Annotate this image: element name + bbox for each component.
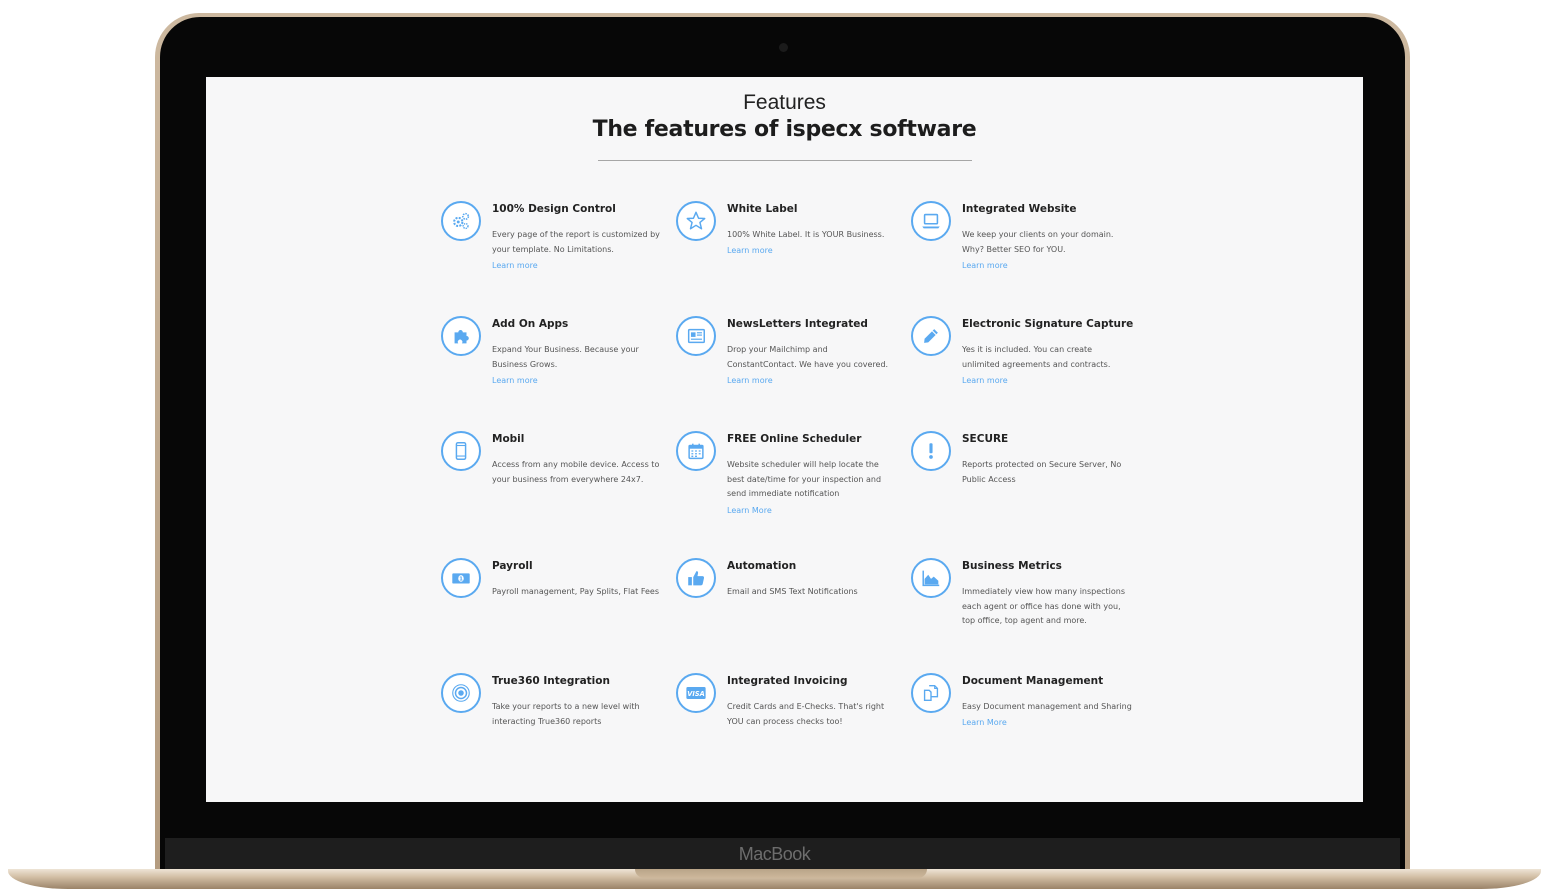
device-brand-label: MacBook [738,844,811,864]
feature-title: Document Management [962,675,1104,687]
calendar-icon [676,431,716,471]
learn-more-link[interactable]: Learn more [962,376,1008,385]
feature-description: Immediately view how many inspections ea… [962,587,1126,625]
feature-title: 100% Design Control [492,203,616,215]
feature-title: True360 Integration [492,675,610,687]
feature-description: Credit Cards and E-Checks. That's right … [727,702,885,726]
feature-description: Reports protected on Secure Server, No P… [962,460,1122,484]
newspaper-icon [676,316,716,356]
feature-title: Add On Apps [492,318,569,330]
feature-title: Business Metrics [962,560,1062,572]
learn-more-link[interactable]: Learn More [727,506,772,515]
feature-title: SECURE [962,433,1009,445]
feature-title: Electronic Signature Capture [962,318,1134,330]
svg-text:1: 1 [459,577,463,583]
feature-description: Website scheduler will help locate the b… [727,460,882,498]
learn-more-link[interactable]: Learn more [727,246,773,255]
laptop-notch [635,869,927,878]
puzzle-icon [441,316,481,356]
page-title: The features of ispecx software [592,117,977,142]
learn-more-link[interactable]: Learn More [962,718,1007,727]
feature-description: Drop your Mailchimp and ConstantContact.… [727,345,889,369]
feature-title: Integrated Website [962,203,1077,215]
feature-title: FREE Online Scheduler [727,433,862,445]
mobile-icon [441,431,481,471]
title-divider [598,160,972,161]
feature-description: Payroll management, Pay Splits, Flat Fee… [492,587,659,596]
feature-description: Yes it is included. You can create unlim… [962,345,1111,369]
area-chart-icon [911,558,951,598]
money-icon: 1 [441,558,481,598]
screen: Features The features of ispecx software… [206,77,1363,802]
camera-dot [779,43,788,52]
feature-title: Automation [727,560,797,572]
thumbs-up-icon [676,558,716,598]
feature-title: Integrated Invoicing [727,675,848,687]
feature-description: Easy Document management and Sharing [962,702,1132,711]
svg-text:VISA: VISA [687,690,704,698]
visa-card-icon: VISA [676,673,716,713]
documents-icon [911,673,951,713]
pencil-icon [911,316,951,356]
feature-description: Expand Your Business. Because your Busin… [492,345,639,369]
feature-description: Every page of the report is customized b… [492,230,660,254]
feature-description: We keep your clients on your domain. Why… [962,230,1114,254]
feature-description: 100% White Label. It is YOUR Business. [727,230,885,239]
gears-icon [441,201,481,241]
learn-more-link[interactable]: Learn more [727,376,773,385]
learn-more-link[interactable]: Learn more [492,376,538,385]
feature-description: Take your reports to a new level with in… [492,702,640,726]
laptop-icon [911,201,951,241]
feature-title: White Label [727,203,798,215]
section-kicker: Features [743,91,826,114]
exclamation-icon [911,431,951,471]
learn-more-link[interactable]: Learn more [492,261,538,270]
feature-description: Email and SMS Text Notifications [727,587,858,596]
feature-title: Mobil [492,433,525,445]
feature-title: NewsLetters Integrated [727,318,868,330]
star-icon [676,201,716,241]
learn-more-link[interactable]: Learn more [962,261,1008,270]
feature-title: Payroll [492,560,533,572]
target-icon [441,673,481,713]
feature-description: Access from any mobile device. Access to… [492,460,660,484]
